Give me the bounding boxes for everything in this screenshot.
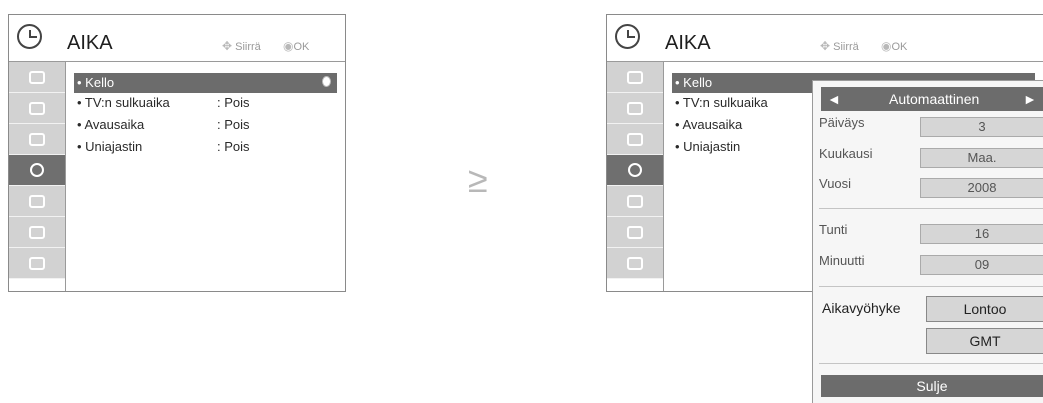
category-sidebar: [9, 61, 65, 291]
menu-item-label: • TV:n sulkuaika: [77, 95, 170, 110]
divider: [819, 363, 1043, 364]
option-icon: [627, 225, 643, 239]
lock-icon: [29, 194, 45, 208]
sidebar-item-input[interactable]: [607, 248, 663, 279]
clock-icon: [615, 24, 640, 49]
picture-icon: [627, 101, 643, 115]
sidebar-item-audio[interactable]: [607, 124, 663, 155]
menu-item-label: • TV:n sulkuaika: [675, 95, 768, 110]
minute-label: Minuutti: [819, 253, 865, 268]
timezone-field[interactable]: Lontoo: [926, 296, 1043, 322]
menu-item-label: • Avausaika: [77, 117, 145, 132]
menu-item-label: • Avausaika: [675, 117, 743, 132]
move-hint: ✥ Siirrä: [222, 39, 261, 53]
left-arrow-icon[interactable]: ◄: [827, 87, 841, 111]
option-icon: [29, 225, 45, 239]
ok-hint: ◉OK: [881, 39, 907, 53]
time-menu-panel-left: AIKA ✥ Siirrä ◉OK • Kello • TV:n sulkuai…: [8, 14, 346, 292]
menu-title: AIKA: [665, 32, 711, 54]
gmt-field[interactable]: GMT: [926, 328, 1043, 354]
audio-icon: [29, 132, 45, 146]
timezone-label: Aikavyöhyke: [822, 300, 901, 316]
divider: [819, 208, 1043, 209]
sidebar-item-setup[interactable]: [607, 62, 663, 93]
mode-value: Automaattinen: [889, 91, 980, 107]
move-hint-label: Siirrä: [833, 41, 859, 53]
sidebar-item-time[interactable]: [607, 155, 663, 186]
ok-icon: ◉: [283, 39, 294, 53]
move-icon: ✥: [222, 39, 233, 53]
menu-item-kello[interactable]: • Kello: [74, 73, 337, 93]
clock-icon: [17, 24, 42, 49]
ok-hint: ◉OK: [283, 39, 309, 53]
year-label: Vuosi: [819, 176, 852, 191]
right-arrow-icon[interactable]: ►: [1023, 87, 1037, 111]
sidebar-item-option[interactable]: [9, 217, 65, 248]
menu-item-uniajastin[interactable]: • Uniajastin : Pois: [74, 137, 337, 157]
sidebar-item-time[interactable]: [9, 155, 65, 186]
menu-item-avausaika[interactable]: • Avausaika : Pois: [74, 115, 337, 135]
step-arrow-icon: ≥: [468, 159, 488, 200]
date-label: Päiväys: [819, 115, 865, 130]
bulb-icon: [322, 76, 331, 87]
menu-item-tv-sulkuaika[interactable]: • TV:n sulkuaika : Pois: [74, 93, 337, 113]
ok-icon: ◉: [881, 39, 892, 53]
minute-field[interactable]: 09: [920, 255, 1043, 275]
input-icon: [29, 256, 45, 270]
sidebar-item-option[interactable]: [607, 217, 663, 248]
menu-header: AIKA ✥ Siirrä ◉OK: [9, 15, 345, 61]
menu-item-value: : Pois: [217, 95, 250, 110]
clock-icon: [30, 163, 44, 177]
move-icon: ✥: [820, 39, 831, 53]
audio-icon: [627, 132, 643, 146]
picture-icon: [29, 101, 45, 115]
ok-hint-label: OK: [293, 41, 310, 53]
sidebar-item-picture[interactable]: [9, 93, 65, 124]
month-field[interactable]: Maa.: [920, 148, 1043, 168]
menu-item-value: : Pois: [217, 139, 250, 154]
close-button[interactable]: Sulje: [821, 375, 1043, 397]
input-icon: [627, 256, 643, 270]
menu-header: AIKA ✥ Siirrä ◉OK: [607, 15, 1043, 61]
hour-label: Tunti: [819, 222, 848, 237]
mode-selector[interactable]: ◄ Automaattinen ►: [821, 87, 1043, 111]
menu-item-label: • Uniajastin: [77, 139, 143, 154]
sidebar-item-lock[interactable]: [9, 186, 65, 217]
menu-title: AIKA: [67, 32, 113, 54]
sidebar-item-input[interactable]: [9, 248, 65, 279]
setup-icon: [627, 70, 643, 84]
sidebar-item-picture[interactable]: [607, 93, 663, 124]
clock-icon: [628, 163, 642, 177]
divider: [819, 286, 1043, 287]
lock-icon: [627, 194, 643, 208]
menu-item-value: : Pois: [217, 117, 250, 132]
date-field[interactable]: 3: [920, 117, 1043, 137]
year-field[interactable]: 2008: [920, 178, 1043, 198]
menu-item-label: • Kello: [77, 75, 115, 90]
clock-settings-dialog: ◄ Automaattinen ► Päiväys 3 Kuukausi Maa…: [812, 80, 1043, 403]
sidebar-item-lock[interactable]: [607, 186, 663, 217]
hour-field[interactable]: 16: [920, 224, 1043, 244]
menu-item-label: • Uniajastin: [675, 139, 741, 154]
sidebar-item-setup[interactable]: [9, 62, 65, 93]
month-label: Kuukausi: [819, 146, 873, 161]
menu-item-label: • Kello: [675, 75, 713, 90]
menu-content: • Kello • TV:n sulkuaika : Pois • Avausa…: [65, 61, 345, 291]
move-hint-label: Siirrä: [235, 41, 261, 53]
setup-icon: [29, 70, 45, 84]
category-sidebar: [607, 61, 663, 291]
sidebar-item-audio[interactable]: [9, 124, 65, 155]
ok-hint-label: OK: [891, 41, 908, 53]
move-hint: ✥ Siirrä: [820, 39, 859, 53]
